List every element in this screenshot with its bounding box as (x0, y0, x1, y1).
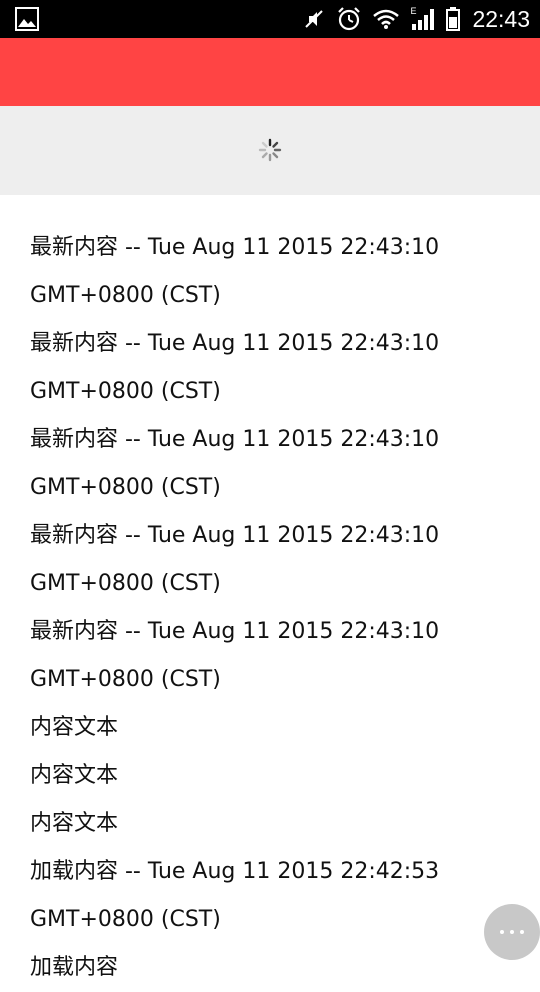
signal-icon: E (410, 6, 436, 32)
status-clock: 22:43 (472, 5, 530, 32)
status-icons: E 22:43 (302, 0, 530, 38)
status-bar: E 22:43 (0, 0, 540, 38)
list-item[interactable]: 最新内容 -- Tue Aug 11 2015 22:43:10 GMT+080… (0, 320, 540, 416)
list-item[interactable]: 内容文本 (0, 704, 540, 752)
list-item[interactable]: 最新内容 -- Tue Aug 11 2015 22:43:10 GMT+080… (0, 608, 540, 704)
mute-vibrate-icon (305, 10, 324, 28)
list-item[interactable]: 最新内容 -- Tue Aug 11 2015 22:43:10 GMT+080… (0, 416, 540, 512)
list-item[interactable]: 最新内容 -- Tue Aug 11 2015 22:43:10 GMT+080… (0, 512, 540, 608)
alarm-icon (338, 7, 361, 31)
loading-spinner-icon (258, 138, 282, 162)
wifi-icon (373, 9, 400, 29)
gallery-icon (15, 7, 39, 31)
list-item[interactable]: 内容文本 (0, 752, 540, 800)
more-options-button[interactable] (484, 904, 540, 960)
battery-icon (446, 7, 461, 31)
more-dot (510, 930, 514, 934)
list-item[interactable]: 加载内容 (0, 944, 540, 992)
list-item[interactable]: 加载内容 -- Tue Aug 11 2015 22:42:53 GMT+080… (0, 848, 540, 944)
list-item[interactable]: 内容文本 (0, 800, 540, 848)
more-dots-icon (500, 930, 504, 934)
list-item[interactable]: 最新内容 -- Tue Aug 11 2015 22:43:10 GMT+080… (0, 224, 540, 320)
more-dot (520, 930, 524, 934)
app-toolbar (0, 38, 540, 106)
content-list: 最新内容 -- Tue Aug 11 2015 22:43:10 GMT+080… (0, 224, 540, 992)
